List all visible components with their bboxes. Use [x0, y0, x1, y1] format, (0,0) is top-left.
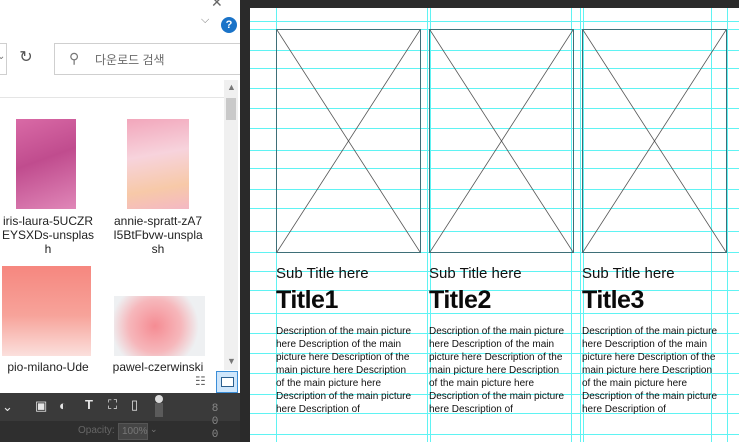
thumbnail-pio-milano[interactable]	[2, 266, 91, 356]
card-description-1: Description of the main picture here Des…	[276, 326, 412, 415]
card-title-1: Title1	[276, 286, 338, 314]
card-subtitle-3: Sub Title here	[582, 265, 675, 282]
ruler-digit: 8	[211, 403, 219, 415]
ruler-digit: 0	[211, 429, 219, 441]
card-title-3: Title3	[582, 286, 644, 314]
image-icon[interactable]: ▣	[35, 398, 47, 414]
card-subtitle-2: Sub Title here	[429, 265, 522, 282]
opacity-label: Opacity:	[78, 425, 115, 436]
thumbnail-annie-spratt[interactable]	[127, 119, 189, 209]
transform-icon[interactable]: ⛶	[108, 397, 117, 413]
scroll-up-icon[interactable]: ▲	[227, 82, 236, 92]
file-label-line: sh	[151, 242, 165, 256]
scroll-thumb[interactable]	[226, 98, 236, 120]
divider	[0, 97, 224, 98]
card-subtitle-1: Sub Title here	[276, 265, 369, 282]
placeholder-cross-icon	[277, 30, 420, 252]
card-title-2: Title2	[429, 286, 491, 314]
thumbnails-view-button[interactable]	[216, 371, 238, 393]
vertical-ruler	[240, 0, 250, 442]
card-description-3: Description of the main picture here Des…	[582, 326, 718, 415]
image-placeholder-1[interactable]	[276, 29, 421, 253]
layers-opacity-bar: Opacity: 100% ⌄	[0, 421, 240, 442]
guide-vertical[interactable]	[580, 8, 581, 442]
image-placeholder-2[interactable]	[429, 29, 574, 253]
refresh-button[interactable]: ↻	[11, 43, 41, 73]
explorer-titlebar: ✕ ⌵ ?	[0, 0, 240, 36]
smart-object-icon[interactable]: ▯	[131, 397, 138, 413]
close-icon[interactable]: ✕	[211, 0, 223, 11]
image-placeholder-3[interactable]	[582, 29, 727, 253]
dropdown-arrow-icon[interactable]: ⌄	[0, 51, 5, 62]
file-label-line: h	[44, 242, 52, 256]
file-label-line: pio-milano-Ude	[7, 360, 89, 374]
file-explorer-window: ✕ ⌵ ? ⌄ ↻ ⚲ 다운로드 검색 iris-laura-5UCZR EYS…	[0, 0, 240, 393]
ruler-number: 8 0 0	[208, 403, 222, 442]
placeholder-cross-icon	[430, 30, 573, 252]
type-icon[interactable]: T	[85, 397, 93, 412]
thumbnails-view-icon	[221, 377, 234, 387]
file-label-line: iris-laura-5UCZR	[2, 214, 93, 228]
adjustment-icon[interactable]: ◐	[59, 398, 67, 413]
card-description-2: Description of the main picture here Des…	[429, 326, 565, 415]
file-label-3[interactable]: pio-milano-Ude	[0, 360, 96, 374]
toggle-track[interactable]	[155, 403, 163, 417]
thumbnail-pawel-czerwinski[interactable]	[114, 296, 205, 356]
chevron-down-icon[interactable]: ⌄	[150, 424, 158, 435]
file-label-2[interactable]: annie-spratt-zA7 I5BtFbvw-unspla sh	[110, 214, 206, 256]
search-icon: ⚲	[69, 50, 80, 66]
file-label-line: annie-spratt-zA7	[113, 214, 203, 228]
chevron-down-icon[interactable]: ⌵	[201, 14, 209, 27]
file-label-4[interactable]: pawel-czerwinski	[110, 360, 206, 374]
chevron-down-icon[interactable]: ⌄	[2, 399, 13, 415]
scrollbar[interactable]	[224, 80, 238, 370]
opacity-input[interactable]: 100%	[118, 423, 148, 440]
file-label-line: pawel-czerwinski	[112, 360, 204, 374]
placeholder-cross-icon	[583, 30, 726, 252]
file-label-line: I5BtFbvw-unspla	[113, 228, 203, 242]
opacity-value: 100%	[122, 426, 148, 437]
thumbnail-iris-laura[interactable]	[16, 119, 76, 209]
search-placeholder: 다운로드 검색	[95, 53, 165, 67]
toggle-knob[interactable]	[155, 395, 163, 403]
guide-vertical[interactable]	[727, 8, 728, 442]
help-icon[interactable]: ?	[221, 17, 237, 33]
search-input[interactable]: ⚲ 다운로드 검색	[54, 43, 240, 75]
scroll-down-icon[interactable]: ▼	[227, 356, 236, 366]
file-label-line: EYSXDs-unsplas	[1, 228, 95, 242]
file-label-1[interactable]: iris-laura-5UCZR EYSXDs-unsplas h	[0, 214, 96, 256]
view-toggle: ☷	[193, 371, 239, 393]
guide-vertical[interactable]	[427, 8, 428, 442]
ruler-digit: 0	[211, 416, 219, 428]
photoshop-options-bar: ⌄ ▣ ◐ T ⛶ ▯	[0, 393, 240, 421]
guide-horizontal[interactable]	[250, 434, 739, 435]
details-view-icon[interactable]: ☷	[195, 374, 206, 388]
document-canvas[interactable]: Sub Title here Title1 Description of the…	[250, 8, 739, 442]
guide-horizontal[interactable]	[250, 21, 739, 22]
